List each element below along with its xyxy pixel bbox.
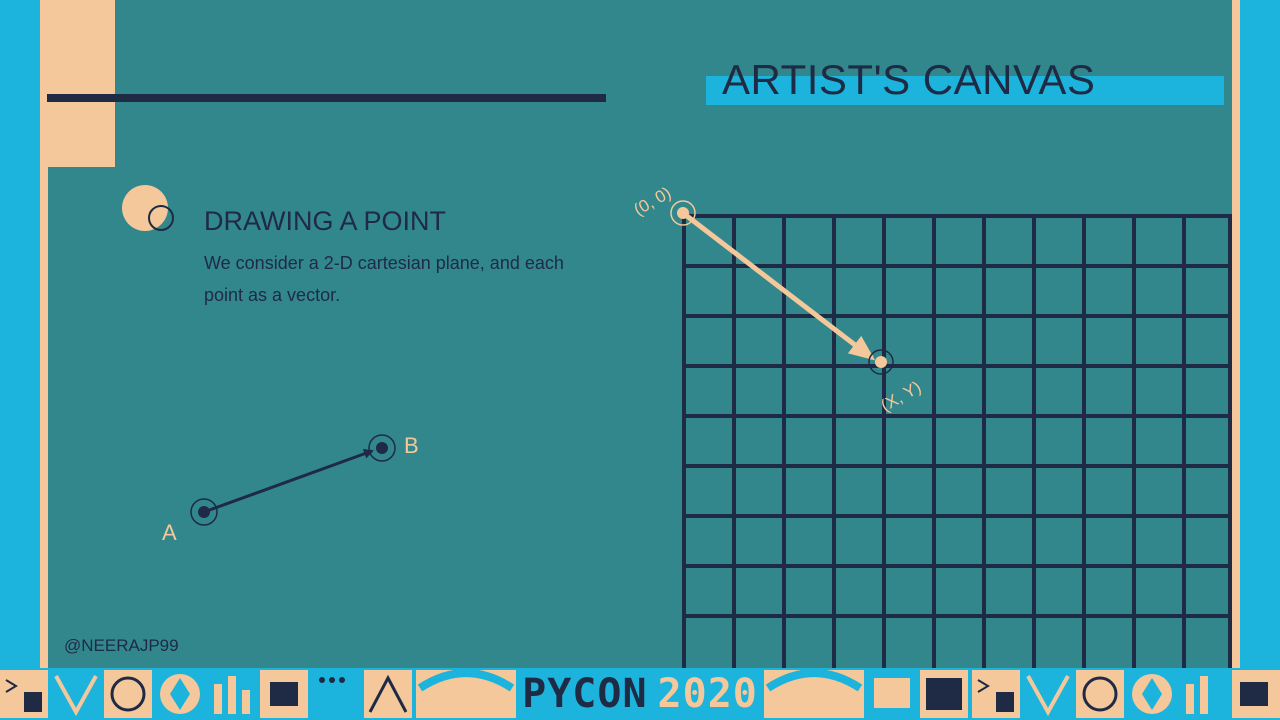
- slide-stage: ARTIST'S CANVAS DRAWING A POINT We consi…: [0, 0, 1280, 720]
- point-a-dot: [198, 506, 210, 518]
- vector-ab-arrow: [203, 449, 374, 514]
- position-vector-arrow: [681, 211, 876, 361]
- pycon-year: 2020: [657, 671, 758, 717]
- canvas-grid: [682, 214, 1232, 668]
- pycon-logo: PYCON 2020: [520, 668, 760, 720]
- origin-label: (0, 0): [631, 183, 675, 219]
- point-b-label: B: [404, 433, 419, 458]
- point-b-dot: [376, 442, 388, 454]
- point-a-label: A: [162, 520, 177, 545]
- vector-diagram: A B (0, 0) (X, Y): [162, 183, 1232, 668]
- pycon-word: PYCON: [522, 671, 648, 717]
- target-dot: [875, 356, 887, 368]
- author-handle: @NEERAJP99: [64, 636, 179, 655]
- origin-dot: [677, 207, 689, 219]
